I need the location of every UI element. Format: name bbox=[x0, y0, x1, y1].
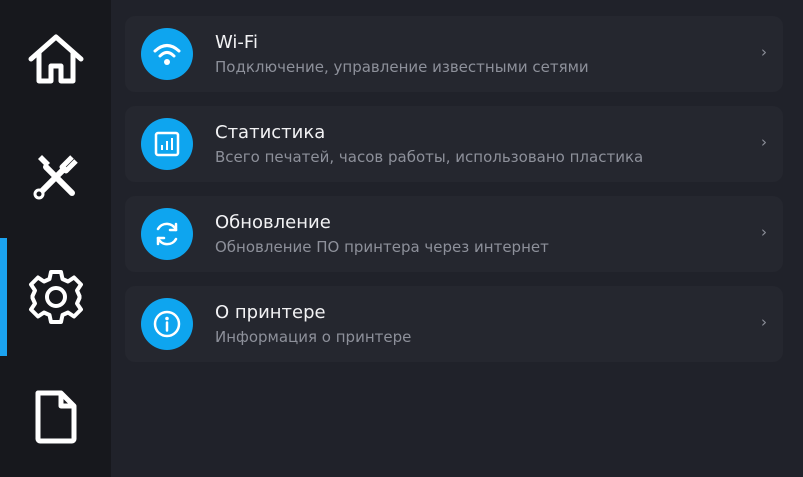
gear-icon bbox=[27, 268, 85, 326]
settings-item-title: Обновление bbox=[215, 212, 331, 233]
info-icon bbox=[141, 298, 193, 350]
settings-item-subtitle: Информация о принтере bbox=[215, 328, 412, 346]
settings-item-subtitle: Обновление ПО принтера через интернет bbox=[215, 238, 549, 256]
sidebar-item-settings[interactable] bbox=[0, 238, 111, 356]
home-icon bbox=[27, 33, 85, 85]
settings-item-statistics[interactable]: Статистика Всего печатей, часов работы, … bbox=[125, 106, 783, 182]
tools-icon bbox=[30, 151, 82, 203]
settings-item-about[interactable]: О принтере Информация о принтере › bbox=[125, 286, 783, 362]
chevron-right-icon: › bbox=[761, 43, 767, 61]
file-icon bbox=[33, 389, 79, 445]
chevron-right-icon: › bbox=[761, 133, 767, 151]
settings-item-title: Wi-Fi bbox=[215, 32, 258, 53]
settings-list: Wi-Fi Подключение, управление известными… bbox=[111, 0, 803, 477]
sidebar-item-tools[interactable] bbox=[0, 118, 111, 236]
settings-item-update[interactable]: Обновление Обновление ПО принтера через … bbox=[125, 196, 783, 272]
settings-item-title: О принтере bbox=[215, 302, 326, 323]
statistics-icon bbox=[141, 118, 193, 170]
settings-item-subtitle: Подключение, управление известными сетям… bbox=[215, 58, 589, 76]
wifi-icon bbox=[141, 28, 193, 80]
sidebar-nav bbox=[0, 0, 111, 477]
settings-item-wifi[interactable]: Wi-Fi Подключение, управление известными… bbox=[125, 16, 783, 92]
refresh-icon bbox=[141, 208, 193, 260]
settings-item-subtitle: Всего печатей, часов работы, использован… bbox=[215, 148, 644, 166]
chevron-right-icon: › bbox=[761, 223, 767, 241]
chevron-right-icon: › bbox=[761, 313, 767, 331]
settings-item-title: Статистика bbox=[215, 122, 326, 143]
app-window: Wi-Fi Подключение, управление известными… bbox=[0, 0, 803, 477]
sidebar-item-files[interactable] bbox=[0, 358, 111, 476]
sidebar-item-home[interactable] bbox=[0, 0, 111, 118]
